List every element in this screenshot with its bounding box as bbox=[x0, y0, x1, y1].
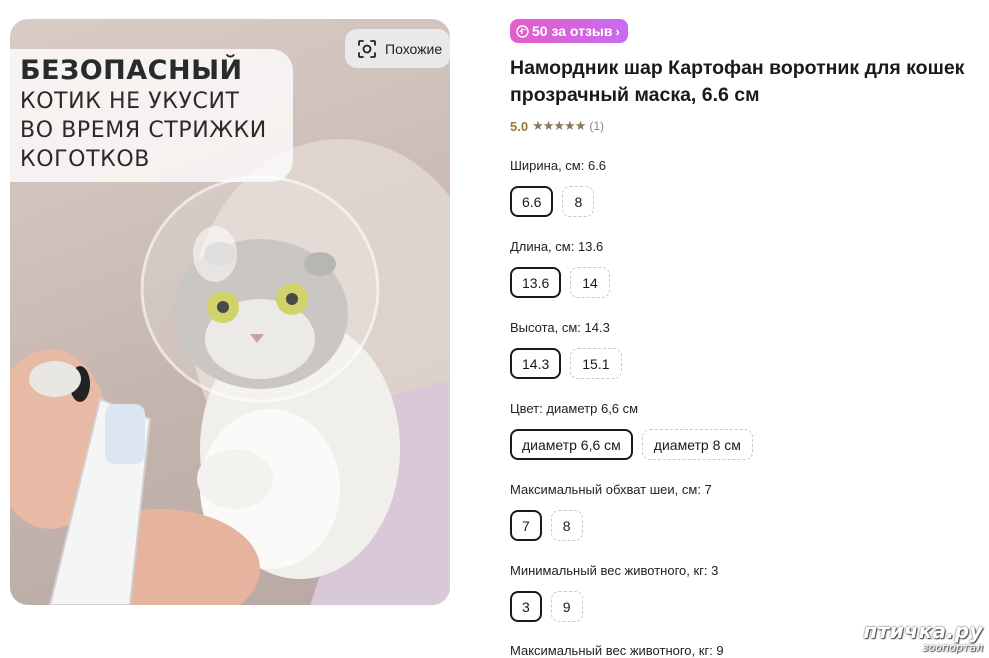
param-neck-options: 7 8 bbox=[510, 510, 583, 541]
neck-option[interactable]: 7 bbox=[510, 510, 542, 541]
param-neck-value: 7 bbox=[704, 482, 712, 497]
param-max-weight-value: 9 bbox=[716, 643, 724, 658]
width-option[interactable]: 8 bbox=[562, 186, 595, 217]
promo-banner: БЕЗОПАСНЫЙ КОТИК НЕ УКУСИТ ВО ВРЕМЯ СТРИ… bbox=[10, 49, 293, 182]
param-neck-label: Максимальный обхват шеи, см: 7 bbox=[510, 482, 712, 497]
param-length-value: 13.6 bbox=[577, 239, 604, 254]
similar-button[interactable]: Похожие bbox=[345, 29, 450, 68]
height-option[interactable]: 14.3 bbox=[510, 348, 562, 379]
neck-option[interactable]: 8 bbox=[550, 510, 583, 541]
param-width-name: Ширина, см: bbox=[510, 158, 588, 173]
color-option[interactable]: диаметр 8 см bbox=[641, 429, 753, 460]
param-color-value: диаметр 6,6 см bbox=[546, 401, 639, 416]
param-height-value: 14.3 bbox=[584, 320, 610, 335]
min-weight-option[interactable]: 3 bbox=[510, 591, 542, 622]
chevron-right-icon: › bbox=[615, 23, 620, 39]
review-bonus-label: 50 за отзыв bbox=[532, 23, 613, 39]
param-width-options: 6.6 8 bbox=[510, 186, 595, 217]
param-length-name: Длина, см: bbox=[510, 239, 578, 254]
param-neck-name: Максимальный обхват шеи, см: bbox=[510, 482, 705, 497]
length-option[interactable]: 14 bbox=[570, 267, 610, 298]
param-max-weight-label: Максимальный вес животного, кг: 9 bbox=[510, 643, 724, 658]
watermark-subtitle: зоопортал bbox=[922, 641, 983, 654]
param-min-weight-options: 3 9 bbox=[510, 591, 583, 622]
promo-line-3: ВО ВРЕМЯ СТРИЖКИ bbox=[20, 118, 267, 143]
param-color-label: Цвет: диаметр 6,6 см bbox=[510, 401, 638, 416]
param-color-name: Цвет: bbox=[510, 401, 547, 416]
rating-stars-icon: ★★★★★ bbox=[532, 118, 586, 133]
param-height-label: Высота, см: 14.3 bbox=[510, 320, 610, 335]
promo-line-2: КОТИК НЕ УКУСИТ bbox=[20, 89, 240, 114]
param-max-weight-name: Максимальный вес животного, кг: bbox=[510, 643, 717, 658]
similar-label: Похожие bbox=[385, 40, 443, 57]
promo-line-4: КОГОТКОВ bbox=[20, 147, 150, 172]
lens-scan-icon bbox=[358, 39, 376, 58]
promo-headline: БЕЗОПАСНЫЙ bbox=[20, 55, 243, 86]
param-min-weight-name: Минимальный вес животного, кг: bbox=[510, 563, 712, 578]
width-option[interactable]: 6.6 bbox=[510, 186, 554, 217]
param-height-options: 14.3 15.1 bbox=[510, 348, 622, 379]
rating-score: 5.0 bbox=[510, 118, 529, 134]
param-width-value: 6.6 bbox=[587, 158, 607, 173]
product-rating[interactable]: 5.0 ★★★★★ (1) bbox=[510, 118, 604, 134]
watermark-title: птичка.ру bbox=[863, 619, 983, 643]
review-count: (1) bbox=[589, 119, 605, 133]
param-height-name: Высота, см: bbox=[510, 320, 585, 335]
product-title: Намордник шар Картофан воротник для коше… bbox=[510, 57, 965, 106]
coin-icon bbox=[516, 24, 529, 38]
min-weight-option[interactable]: 9 bbox=[550, 591, 583, 622]
color-option[interactable]: диаметр 6,6 см bbox=[510, 429, 633, 460]
height-option[interactable]: 15.1 bbox=[570, 348, 622, 379]
param-length-options: 13.6 14 bbox=[510, 267, 610, 298]
param-min-weight-label: Минимальный вес животного, кг: 3 bbox=[510, 563, 718, 578]
site-watermark: птичка.ру зоопортал bbox=[863, 620, 983, 654]
param-length-label: Длина, см: 13.6 bbox=[510, 239, 603, 254]
length-option[interactable]: 13.6 bbox=[510, 267, 562, 298]
product-image[interactable]: БЕЗОПАСНЫЙ КОТИК НЕ УКУСИТ ВО ВРЕМЯ СТРИ… bbox=[10, 19, 450, 605]
param-color-options: диаметр 6,6 см диаметр 8 см bbox=[510, 429, 753, 460]
review-bonus-badge[interactable]: 50 за отзыв › bbox=[510, 19, 628, 43]
param-min-weight-value: 3 bbox=[711, 563, 719, 578]
param-width-label: Ширина, см: 6.6 bbox=[510, 158, 606, 173]
